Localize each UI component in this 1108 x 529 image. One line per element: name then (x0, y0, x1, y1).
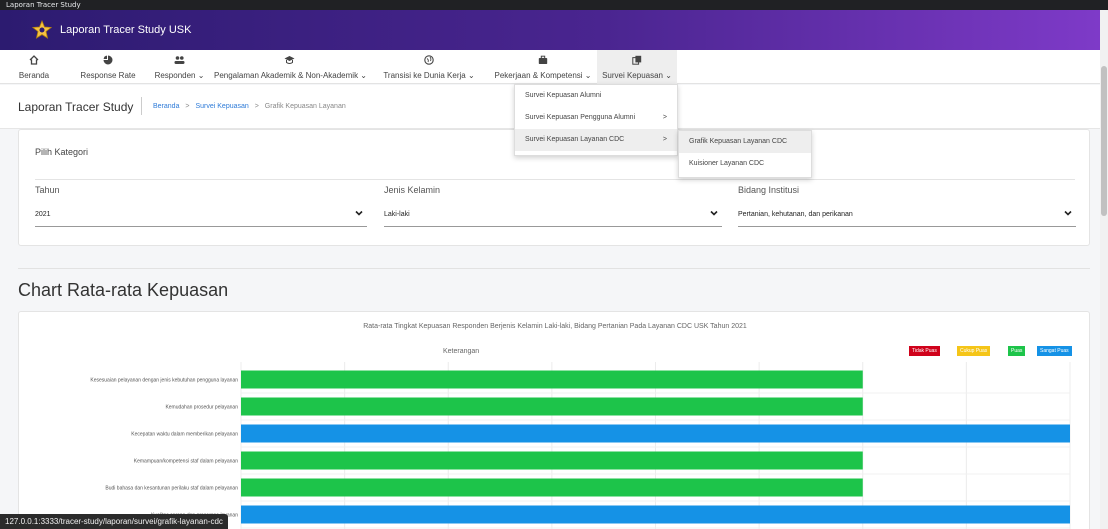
breadcrumb-separator: > (185, 103, 190, 110)
bar[interactable] (241, 370, 863, 389)
pie-chart-icon (76, 55, 140, 68)
filter-divider (35, 179, 1075, 180)
browser-tab-strip: Laporan Tracer Study (0, 0, 1108, 10)
nav-pekerjaan-kompetensi[interactable]: Pekerjaan & Kompetensi ⌄ (491, 50, 595, 84)
category-label: Budi bahasa dan kesantunan perilaku staf… (105, 486, 238, 492)
breadcrumb-current: Grafik Kepuasan Layanan (264, 103, 346, 110)
nav-response-rate[interactable]: Response Rate (76, 50, 140, 84)
breadcrumb-separator: > (254, 103, 259, 110)
nav-label: Response Rate (80, 71, 136, 80)
bar[interactable] (241, 424, 1070, 443)
graduation-cap-icon (214, 55, 364, 68)
main-navbar: Beranda Response Rate Responden ⌄ Pengal… (0, 50, 1100, 84)
bar[interactable] (241, 478, 863, 497)
users-icon (151, 55, 208, 68)
category-label: Kecepatan waktu dalam memberikan pelayan… (131, 432, 238, 438)
browser-tab-title[interactable]: Laporan Tracer Study (0, 0, 87, 10)
nav-label: Survei Kepuasan ⌄ (602, 71, 672, 80)
chevron-right-icon: > (662, 136, 667, 143)
nav-beranda[interactable]: Beranda (14, 50, 54, 84)
bidang-institusi-select[interactable]: Pertanian, kehutanan, dan perikanan (738, 203, 1076, 227)
nav-responden[interactable]: Responden ⌄ (151, 50, 208, 84)
jenis-kelamin-select[interactable]: Laki-laki (384, 203, 722, 227)
bar[interactable] (241, 397, 863, 416)
chart-card: Rata-rata Tingkat Kepuasan Responden Ber… (18, 311, 1090, 529)
bar[interactable] (241, 505, 1070, 524)
nav-label: Transisi ke Dunia Kerja ⌄ (383, 71, 475, 80)
bidang-institusi-value: Pertanian, kehutanan, dan perikanan (738, 211, 853, 218)
breadcrumb-divider (141, 97, 142, 115)
bar[interactable] (241, 451, 863, 470)
nav-transisi-dunia-kerja[interactable]: Transisi ke Dunia Kerja ⌄ (371, 50, 487, 84)
chevron-down-icon (1064, 210, 1072, 216)
section-divider (18, 268, 1090, 269)
menu-item-grafik-kepuasan-layanan-cdc[interactable]: Grafik Kepuasan Layanan CDC (679, 131, 811, 153)
layanan-cdc-submenu: Grafik Kepuasan Layanan CDC Kuisioner La… (678, 130, 812, 178)
breadcrumb: Beranda > Survei Kepuasan > Grafik Kepua… (153, 103, 346, 110)
nav-pengalaman-akademik[interactable]: Pengalaman Akademik & Non-Akademik ⌄ (214, 50, 368, 84)
copy-icon (597, 55, 677, 68)
nav-label: Responden ⌄ (154, 71, 205, 80)
bar-chart: Kesesuaian pelayanan dengan jenis kebutu… (90, 362, 1071, 529)
chart-heading: Chart Rata-rata Kepuasan (18, 280, 229, 300)
tahun-label: Tahun (35, 185, 60, 195)
tahun-value: 2021 (35, 211, 51, 218)
nav-label: Pengalaman Akademik & Non-Akademik ⌄ (214, 71, 368, 80)
briefcase-icon (491, 55, 595, 68)
status-bar-url: 127.0.0.1:3333/tracer-study/laporan/surv… (0, 514, 228, 529)
menu-item-label: Grafik Kepuasan Layanan CDC (689, 138, 788, 145)
survei-kepuasan-dropdown: Survei Kepuasan Alumni Survei Kepuasan P… (514, 84, 678, 156)
breadcrumb-home-link[interactable]: Beranda (153, 103, 179, 110)
category-label: Kemampuan/kompetensi staf dalam pelayana… (134, 459, 238, 465)
menu-item-survei-kepuasan-pengguna-alumni[interactable]: Survei Kepuasan Pengguna Alumni > (515, 107, 677, 129)
nav-label: Pekerjaan & Kompetensi ⌄ (494, 71, 592, 80)
bidang-institusi-label: Bidang Institusi (738, 185, 800, 195)
filter-title: Pilih Kategori (35, 147, 89, 157)
page-scrollbar[interactable] (1100, 10, 1108, 529)
page-title: Laporan Tracer Study (18, 100, 134, 114)
home-icon (14, 55, 54, 68)
chevron-right-icon: > (662, 114, 667, 121)
scrollbar-thumb[interactable] (1101, 66, 1107, 216)
menu-item-label: Survei Kepuasan Alumni (525, 92, 602, 99)
menu-item-kuisioner-layanan-cdc[interactable]: Kuisioner Layanan CDC (679, 153, 811, 175)
menu-item-label: Kuisioner Layanan CDC (689, 160, 765, 167)
breadcrumb-section-link[interactable]: Survei Kepuasan (195, 103, 248, 110)
menu-item-label: Survei Kepuasan Layanan CDC (525, 136, 625, 143)
menu-item-label: Survei Kepuasan Pengguna Alumni (525, 114, 636, 121)
app-title[interactable]: Laporan Tracer Study USK (60, 24, 191, 36)
nav-label: Beranda (18, 71, 50, 80)
menu-item-survei-kepuasan-alumni[interactable]: Survei Kepuasan Alumni (515, 85, 677, 107)
chevron-down-icon (710, 210, 718, 216)
category-label: Kesesuaian pelayanan dengan jenis kebutu… (90, 378, 238, 384)
tahun-select[interactable]: 2021 (35, 203, 367, 227)
globe-icon (371, 55, 487, 68)
usk-logo-icon[interactable] (32, 20, 52, 40)
jenis-kelamin-value: Laki-laki (384, 211, 410, 218)
nav-survei-kepuasan[interactable]: Survei Kepuasan ⌄ (597, 50, 677, 84)
jenis-kelamin-label: Jenis Kelamin (384, 185, 441, 195)
app-header: Laporan Tracer Study USK (0, 10, 1100, 50)
menu-item-survei-kepuasan-layanan-cdc[interactable]: Survei Kepuasan Layanan CDC > (515, 129, 677, 151)
category-label: Kemudahan prosedur pelayanan (165, 405, 238, 411)
chevron-down-icon (355, 210, 363, 216)
